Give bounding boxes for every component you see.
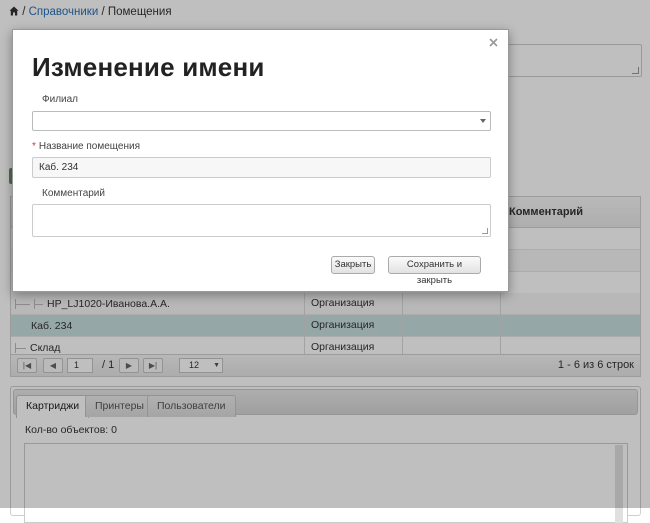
comment-label: Комментарий	[42, 188, 105, 199]
close-button[interactable]: Закрыть	[331, 256, 375, 274]
room-name-input[interactable]: Каб. 234	[32, 157, 491, 178]
branch-select[interactable]	[32, 111, 491, 131]
resize-grip-icon	[482, 228, 488, 234]
rename-dialog: Изменение имени Филиал * Название помещен…	[12, 29, 509, 292]
room-name-label: Название помещения	[38, 141, 140, 152]
required-mark: *	[32, 141, 36, 152]
comment-textarea[interactable]	[32, 204, 491, 237]
room-name-label-group: * Название помещения	[32, 141, 140, 152]
close-icon[interactable]	[489, 38, 498, 47]
save-and-close-button[interactable]: Сохранить и закрыть	[388, 256, 481, 286]
branch-label: Филиал	[42, 94, 79, 105]
dialog-title: Изменение имени	[32, 52, 265, 82]
chevron-down-icon	[480, 119, 486, 123]
